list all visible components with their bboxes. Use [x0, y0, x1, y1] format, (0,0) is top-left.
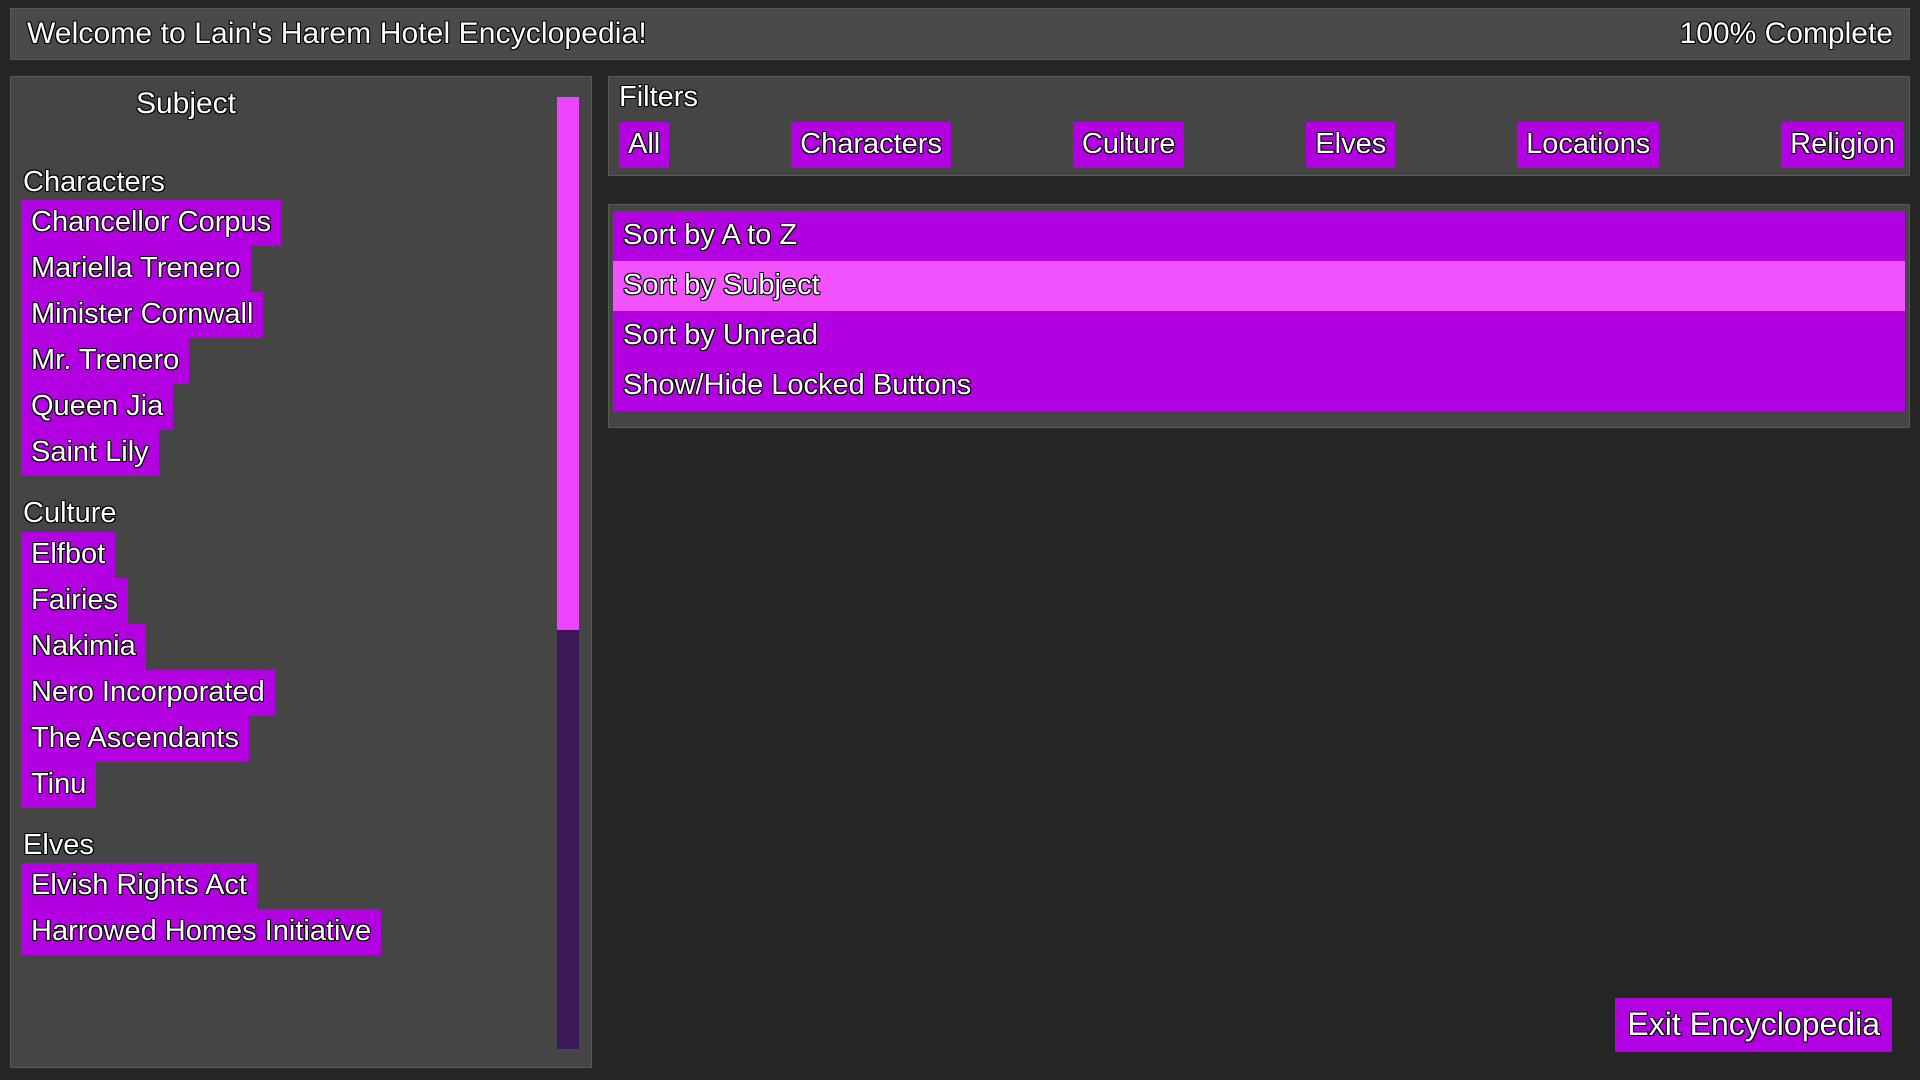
subject-entry-button[interactable]: Mr. Trenero [21, 338, 190, 385]
subject-entry-row: Queen Jia [11, 384, 567, 431]
page-title: Welcome to Lain's Harem Hotel Encycloped… [27, 17, 647, 50]
filter-button-all[interactable]: All [619, 122, 670, 168]
subject-group: Culture Elfbot Fairies Nakimia Nero Incorpor… [11, 497, 567, 808]
encyclopedia-screen: Welcome to Lain's Harem Hotel Encycloped… [0, 0, 1920, 1080]
filter-button-elves[interactable]: Elves [1306, 122, 1396, 168]
subject-group: Characters Chancellor Corpus Mariella Tren… [11, 167, 567, 477]
subject-entry-row: The Ascendants [11, 715, 567, 762]
sort-option-row[interactable]: Sort by A to Z [613, 211, 1905, 261]
subject-group-label: Elves [23, 828, 94, 861]
filters-label: Filters [619, 81, 698, 113]
filter-button-characters[interactable]: Characters [791, 122, 951, 168]
subject-entry-row: Harrowed Homes Initiative [11, 909, 567, 956]
subject-entry-button[interactable]: Elvish Rights Act [21, 863, 257, 910]
subject-group-label: Culture [23, 497, 117, 530]
subject-list: Characters Chancellor Corpus Mariella Tren… [11, 167, 567, 1067]
subject-entry-row: Elfbot [11, 531, 567, 578]
sidebar-scrollbar-track[interactable] [557, 97, 579, 1049]
subject-entry-button[interactable]: Nero Incorporated [21, 669, 275, 716]
sort-option-row[interactable]: Show/Hide Locked Buttons [613, 361, 1905, 411]
sidebar-scrollbar-thumb[interactable] [557, 97, 579, 630]
subject-entry-row: Minister Cornwall [11, 292, 567, 339]
subject-entry-button[interactable]: Harrowed Homes Initiative [21, 909, 382, 956]
filter-button-religion[interactable]: Religion [1781, 122, 1904, 168]
subject-entry-button[interactable]: Nakimia [21, 623, 146, 670]
filter-button-culture[interactable]: Culture [1072, 122, 1185, 168]
subject-entry-button[interactable]: Mariella Trenero [21, 246, 251, 293]
subject-entry-button[interactable]: Fairies [21, 577, 129, 624]
sort-option-row[interactable]: Sort by Subject [613, 261, 1905, 311]
subject-entry-row: Fairies [11, 577, 567, 624]
filter-button-locations[interactable]: Locations [1517, 122, 1660, 168]
subject-sidebar: Subject Characters Chancellor Corpus Marie… [10, 76, 592, 1068]
filter-button-row: All Characters Culture Elves Locations Religi… [619, 122, 1904, 168]
sort-option-row[interactable]: Sort by Unread [613, 311, 1905, 361]
subject-entry-button[interactable]: The Ascendants [21, 715, 249, 762]
subject-entry-row: Mr. Trenero [11, 338, 567, 385]
subject-entry-row: Tinu [11, 761, 567, 808]
subject-entry-button[interactable]: Tinu [21, 761, 97, 808]
subject-group: Elves Elvish Rights Act Harrowed Homes Ini… [11, 828, 567, 956]
subject-entry-button[interactable]: Minister Cornwall [21, 292, 264, 339]
subject-entry-button[interactable]: Queen Jia [21, 384, 174, 431]
header-bar: Welcome to Lain's Harem Hotel Encycloped… [10, 8, 1910, 60]
sort-options-panel: Sort by A to Z Sort by Subject Sort by Unr… [608, 204, 1910, 428]
subject-entry-row: Nero Incorporated [11, 669, 567, 716]
exit-encyclopedia-button[interactable]: Exit Encyclopedia [1615, 998, 1892, 1052]
subject-entry-row: Nakimia [11, 623, 567, 670]
subject-entry-row: Mariella Trenero [11, 246, 567, 293]
filter-panel: Filters All Characters Culture Elves Locatio… [608, 76, 1910, 176]
sidebar-heading: Subject [135, 87, 237, 120]
subject-entry-row: Saint Lily [11, 430, 567, 477]
subject-entry-row: Elvish Rights Act [11, 863, 567, 910]
subject-entry-button[interactable]: Elfbot [21, 531, 116, 578]
subject-entry-button[interactable]: Saint Lily [21, 430, 159, 477]
subject-entry-row: Chancellor Corpus [11, 200, 567, 247]
subject-group-label: Characters [23, 167, 165, 198]
subject-entry-button[interactable]: Chancellor Corpus [21, 200, 282, 247]
completion-status: 100% Complete [1679, 17, 1893, 50]
